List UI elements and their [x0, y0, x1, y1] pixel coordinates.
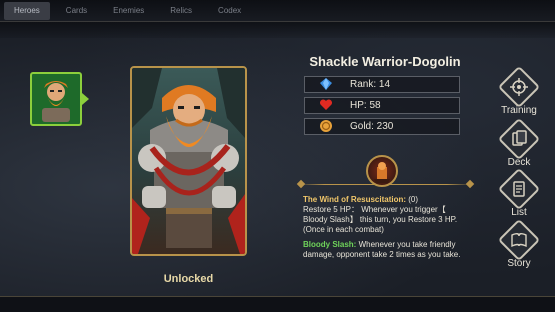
passive-skill-description: The Wind of Resuscitation: (0) Restore 5… [303, 195, 463, 235]
hp-label: HP: 58 [350, 100, 381, 111]
book-icon [497, 218, 541, 262]
hero-status-label: Unlocked [163, 273, 214, 285]
skill-emblem-icon [366, 155, 398, 187]
tab-heroes[interactable]: Heroes [4, 1, 50, 20]
bloody-slash-name: Bloody Slash: [303, 240, 357, 249]
blue-crystal-icon [318, 76, 334, 92]
passive-skill-text: Restore 5 HP： Whenever you trigger【 Bloo… [303, 205, 458, 234]
divider-ornament-left [296, 179, 306, 189]
hero-card-art [130, 66, 247, 256]
red-heart-icon [318, 97, 334, 113]
deck-button[interactable]: Deck [494, 117, 544, 168]
rank-label: Rank: 14 [350, 79, 391, 90]
scroll-icon [497, 167, 541, 211]
target-icon [497, 65, 541, 109]
divider-ornament-right [465, 179, 475, 189]
tab-relics[interactable]: Relics [160, 2, 202, 20]
list-button[interactable]: List [494, 167, 544, 218]
hero-name-title: Shackle Warrior-Dogolin [309, 54, 461, 69]
dwarf-portrait-icon [42, 81, 70, 122]
training-button[interactable]: Training [494, 65, 544, 116]
passive-skill-name: The Wind of Resuscitation: [303, 195, 407, 204]
dwarf-warrior-illustration [132, 68, 245, 254]
tab-enemies[interactable]: Enemies [103, 2, 154, 20]
story-button[interactable]: Story [494, 218, 544, 269]
gold-coin-icon [318, 118, 334, 134]
cards-icon [497, 117, 541, 161]
bloody-slash-description: Bloody Slash: Whenever you take friendly… [303, 240, 463, 260]
passive-skill-counter: (0) [406, 195, 419, 204]
header-shadow [0, 22, 555, 38]
bottom-bar [0, 296, 555, 312]
hero-thumbnail[interactable] [30, 72, 82, 126]
tab-cards[interactable]: Cards [56, 2, 97, 20]
top-tab-bar: Heroes Cards Enemies Relics Codex [0, 0, 555, 22]
tab-codex[interactable]: Codex [208, 2, 251, 20]
selection-arrow-icon [82, 93, 89, 105]
gold-label: Gold: 230 [350, 121, 394, 132]
